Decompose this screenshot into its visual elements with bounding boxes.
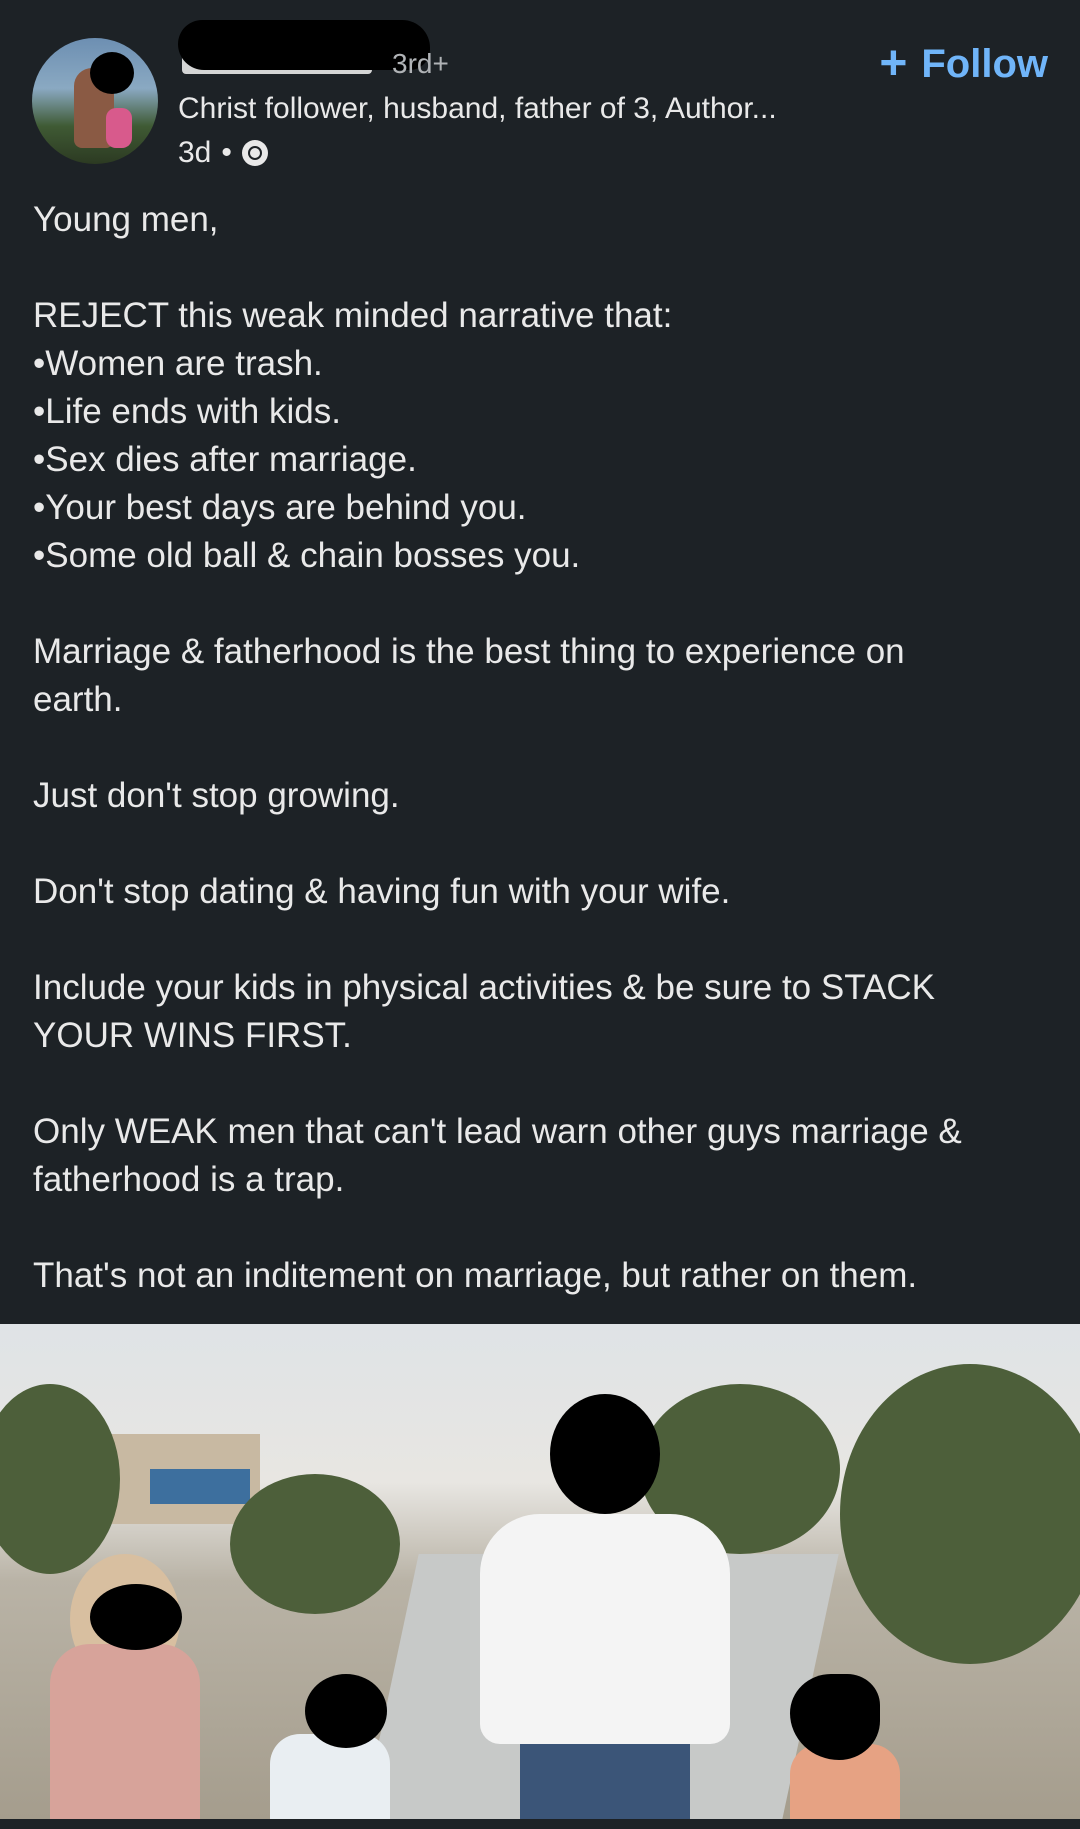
post-text-line: •Some old ball & chain bosses you. [33, 536, 581, 575]
post-text-line: fatherhood is a trap. [33, 1160, 345, 1199]
post-text-line: Only WEAK men that can't lead warn other… [33, 1112, 962, 1151]
father-jeans [520, 1734, 690, 1819]
boy-figure [250, 1674, 410, 1819]
post-text-line: That's not an inditement on marriage, bu… [33, 1256, 918, 1295]
boy-sweater [270, 1734, 390, 1819]
post-text-line: Marriage & fatherhood is the best thing … [33, 632, 905, 671]
post-text-line: Include your kids in physical activities… [33, 968, 935, 1007]
father-shirt [480, 1514, 730, 1744]
post-text-line: earth. [33, 680, 123, 719]
girl-figure [40, 1554, 210, 1819]
tree [840, 1364, 1080, 1664]
follow-label: Follow [921, 41, 1048, 86]
follow-button[interactable]: + Follow [879, 40, 1048, 88]
girl-coat [50, 1644, 200, 1819]
post-body: Young men, REJECT this weak minded narrat… [33, 196, 1043, 1300]
post-text-line: Don't stop dating & having fun with your… [33, 872, 731, 911]
post-text-line: •Life ends with kids. [33, 392, 341, 431]
face-redaction [305, 1674, 387, 1748]
post-text-line: YOUR WINS FIRST. [33, 1016, 352, 1055]
post-image[interactable] [0, 1324, 1080, 1819]
building-roof [150, 1469, 250, 1504]
connection-degree: 3rd+ [392, 48, 449, 79]
author-headline: Christ follower, husband, father of 3, A… [178, 92, 777, 125]
post-header: 3rd+ Christ follower, husband, father of… [0, 0, 1080, 190]
globe-icon [241, 140, 268, 166]
post-text-line: •Sex dies after marriage. [33, 440, 417, 479]
boy-figure [770, 1674, 910, 1819]
post-text-line: Young men, [33, 200, 219, 239]
post-time: 3d [178, 136, 212, 169]
post-meta: 3d • [178, 136, 268, 170]
father-figure [480, 1394, 730, 1819]
post-text-line: Just don't stop growing. [33, 776, 400, 815]
avatar-redaction [90, 52, 134, 94]
face-redaction [550, 1394, 660, 1514]
post-text-line: REJECT this weak minded narrative that: [33, 296, 673, 335]
tree [230, 1474, 400, 1614]
post-text-line: •Your best days are behind you. [33, 488, 527, 527]
face-redaction [90, 1584, 182, 1650]
meta-separator: • [221, 136, 232, 169]
plus-icon: + [879, 37, 908, 90]
post-text-line: •Women are trash. [33, 344, 323, 383]
author-avatar[interactable] [32, 38, 158, 164]
avatar-child [106, 108, 132, 148]
face-redaction [790, 1674, 880, 1760]
tree [0, 1384, 120, 1574]
